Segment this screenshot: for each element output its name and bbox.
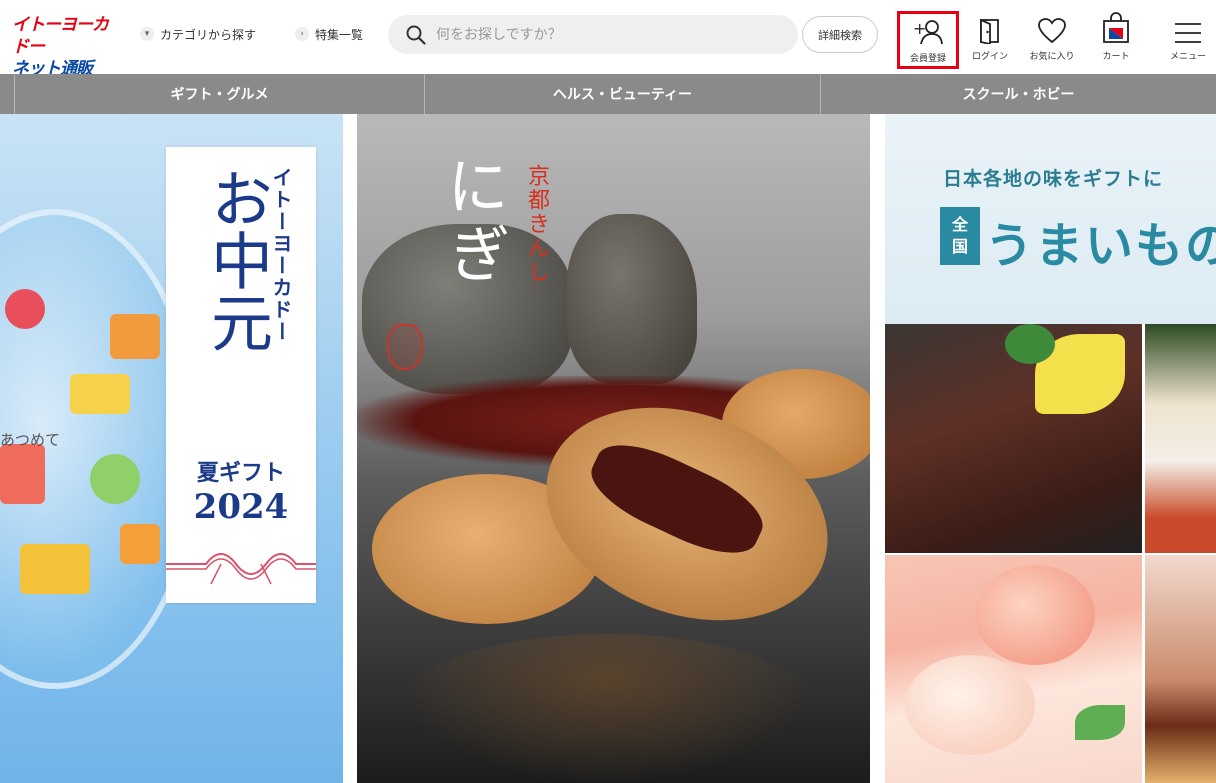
ochugen-banner[interactable]: あつめて イトーヨーカドー お中元 夏ギフト 2024 bbox=[0, 114, 343, 783]
umaimono-banner[interactable]: 日本各地の味をギフトに 全 国 うまいもの bbox=[885, 114, 1216, 783]
nigi-title: にぎ bbox=[436, 154, 509, 290]
umaimono-title: うまいもの bbox=[985, 218, 1216, 274]
site-header: イトーヨーカドー ネット通販 ▾ カテゴリから探す › 特集一覧 詳細検索 + … bbox=[0, 0, 1216, 79]
features-link[interactable]: › 特集一覧 bbox=[295, 23, 363, 45]
search-box bbox=[388, 15, 798, 54]
favorites-label: お気に入り bbox=[1029, 52, 1075, 62]
fruit-decoration bbox=[70, 374, 130, 414]
umaimono-tagline: 日本各地の味をギフトに bbox=[943, 168, 1164, 190]
beef-tongue-image bbox=[885, 324, 1142, 553]
side-text: あつめて bbox=[0, 431, 61, 449]
nigi-brand: 京都きんし bbox=[524, 164, 549, 284]
chevron-down-icon: ▾ bbox=[140, 27, 154, 41]
login-label: ログイン bbox=[971, 52, 1008, 62]
seal-stamp-icon bbox=[387, 324, 423, 370]
advanced-search-button[interactable]: 詳細検索 bbox=[802, 16, 878, 53]
features-label: 特集一覧 bbox=[315, 27, 364, 42]
search-icon[interactable] bbox=[406, 25, 426, 45]
dorayaki-reflection bbox=[397, 634, 817, 783]
nigi-banner[interactable]: にぎ 京都きんし bbox=[357, 114, 870, 783]
badge-line1: 全 bbox=[951, 215, 968, 234]
search-input[interactable] bbox=[436, 26, 776, 43]
category-gift-gourmet[interactable]: ギフト・グルメ bbox=[14, 74, 424, 114]
fruit-decoration bbox=[120, 524, 160, 564]
site-logo[interactable]: イトーヨーカドー ネット通販 bbox=[12, 14, 116, 79]
fruit-decoration bbox=[110, 314, 160, 359]
cart-label: カート bbox=[1102, 52, 1130, 62]
zenkoku-badge: 全 国 bbox=[940, 207, 980, 265]
fruit-decoration bbox=[90, 454, 140, 504]
door-icon bbox=[980, 18, 999, 44]
category-search-link[interactable]: ▾ カテゴリから探す bbox=[140, 23, 256, 45]
fruit-decoration bbox=[5, 289, 45, 329]
fruit-decoration bbox=[20, 544, 90, 594]
add-user-icon: + bbox=[913, 19, 943, 45]
ochugen-title: お中元 bbox=[200, 167, 273, 353]
shopping-bag-icon bbox=[1103, 12, 1129, 43]
badge-line2: 国 bbox=[951, 237, 968, 256]
member-register-button[interactable]: + 会員登録 bbox=[897, 11, 959, 69]
login-button[interactable]: ログイン bbox=[960, 12, 1020, 68]
member-register-label: 会員登録 bbox=[909, 54, 946, 64]
rock-image bbox=[567, 214, 697, 384]
cart-button[interactable]: カート bbox=[1086, 12, 1146, 68]
ochugen-subtitle: 夏ギフト bbox=[196, 460, 285, 486]
ochugen-year: 2024 bbox=[193, 487, 289, 527]
svg-text:+: + bbox=[913, 19, 926, 38]
category-health-beauty[interactable]: ヘルス・ビューティー bbox=[423, 74, 820, 114]
mizuhiki-knot-icon bbox=[166, 553, 316, 585]
menu-button[interactable]: メニュー bbox=[1158, 12, 1216, 68]
fruit-decoration bbox=[0, 444, 45, 504]
category-search-label: カテゴリから探す bbox=[160, 27, 257, 42]
menu-label: メニュー bbox=[1169, 52, 1206, 62]
favorites-button[interactable]: お気に入り bbox=[1022, 12, 1082, 68]
pudding-image bbox=[1145, 555, 1216, 783]
heart-icon bbox=[1038, 18, 1066, 44]
category-school-hobby[interactable]: スクール・ホビー bbox=[819, 74, 1216, 114]
hamburger-icon bbox=[1175, 23, 1201, 43]
category-bar: ギフト・グルメ ヘルス・ビューティー スクール・ホビー bbox=[0, 74, 1216, 114]
scallop-image bbox=[1145, 324, 1216, 553]
chevron-right-icon: › bbox=[295, 27, 309, 41]
logo-line1: イトーヨーカドー bbox=[12, 15, 109, 57]
ochugen-card: イトーヨーカドー お中元 夏ギフト 2024 bbox=[166, 147, 316, 603]
peach-image bbox=[885, 555, 1142, 783]
